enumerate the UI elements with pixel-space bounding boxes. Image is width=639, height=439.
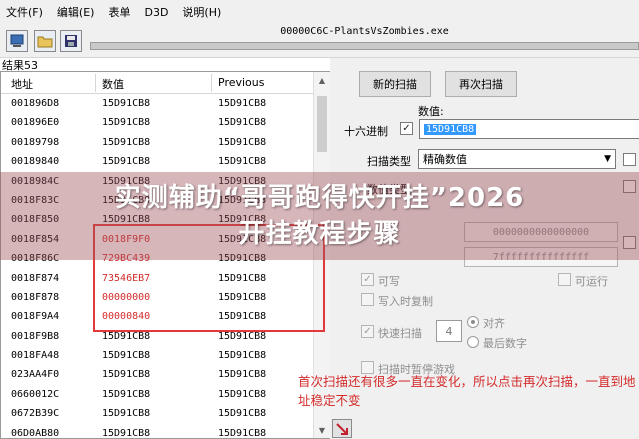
computer-icon	[10, 34, 24, 47]
new-scan-button[interactable]: 新的扫描	[359, 71, 431, 97]
fast-scan-label: 快速扫描	[378, 327, 422, 340]
menu-file[interactable]: 文件(F)	[6, 4, 43, 20]
hex-checkbox[interactable]: ✓	[400, 122, 413, 135]
cell-previous: 15D91CB8	[218, 117, 267, 129]
table-row[interactable]: 0018FA48 15D91CB8 15D91CB8	[1, 346, 313, 365]
value-input[interactable]: 15D91CB8	[419, 119, 639, 139]
writable-label: 可写	[378, 275, 400, 288]
next-scan-button[interactable]: 再次扫描	[445, 71, 517, 97]
column-previous[interactable]: Previous	[218, 76, 265, 89]
value-label: 数值:	[418, 105, 444, 118]
table-row[interactable]: 001896E0 15D91CB8 15D91CB8	[1, 113, 313, 132]
menu-table[interactable]: 表单	[108, 4, 130, 20]
cell-value: 15D91CB8	[102, 350, 151, 362]
cell-value: 15D91CB8	[102, 136, 151, 148]
cell-previous: 15D91CB8	[218, 369, 267, 381]
copy-on-write-label: 写入时复制	[378, 295, 433, 308]
cell-value: 15D91CB8	[102, 330, 151, 342]
table-row[interactable]: 0672B39C 15D91CB8 15D91CB8	[1, 404, 313, 423]
table-row[interactable]: 0660012C 15D91CB8 15D91CB8	[1, 385, 313, 404]
cell-previous: 15D91CB8	[218, 427, 267, 439]
cell-previous: 15D91CB8	[218, 388, 267, 400]
add-address-button[interactable]	[332, 419, 352, 438]
scan-type-label: 扫描类型	[367, 155, 411, 168]
cell-value: 15D91CB8	[102, 408, 151, 420]
cell-address: 023AA4F0	[11, 369, 60, 381]
cell-value: 15D91CB8	[102, 369, 151, 381]
table-row[interactable]: 001896D8 15D91CB8 15D91CB8	[1, 94, 313, 113]
cell-address: 0660012C	[11, 388, 60, 400]
last-digits-label: 最后数字	[483, 337, 527, 350]
menu-bar: 文件(F) 编辑(E) 表单 D3D 说明(H)	[0, 0, 639, 24]
process-bar: 00000C6C-PlantsVsZombies.exe	[90, 26, 639, 52]
cell-previous: 15D91CB8	[218, 330, 267, 342]
writable-checkbox[interactable]: ✓	[361, 273, 374, 286]
column-address[interactable]: 地址	[11, 76, 33, 92]
scan-type-select[interactable]: 精确数值 ▼	[418, 149, 616, 169]
arrow-pointer-icon	[336, 422, 348, 435]
cell-address: 0018F9A4	[11, 311, 60, 323]
cell-address: 001896D8	[11, 98, 60, 109]
cell-previous: 15D91CB8	[218, 350, 267, 362]
overlay-title-line-2: 开挂教程步骤	[238, 219, 401, 249]
select-process-button[interactable]	[6, 30, 28, 52]
cell-address: 0018F874	[11, 272, 60, 284]
cell-address: 0018F878	[11, 291, 60, 303]
overlay-title: 实测辅助“哥哥跑得快开挂”2026 开挂教程步骤	[0, 180, 639, 252]
cell-previous: 15D91CB8	[218, 98, 267, 109]
cell-address: 00189798	[11, 136, 60, 148]
save-disk-icon	[65, 35, 77, 47]
fast-scan-value[interactable]: 4	[436, 320, 462, 342]
align-radio[interactable]	[467, 316, 479, 328]
process-label: 00000C6C-PlantsVsZombies.exe	[280, 26, 449, 37]
cell-value: 15D91CB8	[102, 388, 151, 400]
scan-progress-bar	[90, 42, 639, 50]
overlay-title-line-1: 实测辅助“哥哥跑得快开挂”2026	[114, 183, 525, 213]
copy-on-write-checkbox[interactable]	[361, 293, 374, 306]
menu-help[interactable]: 说明(H)	[182, 4, 221, 20]
cell-value: 15D91CB8	[102, 427, 151, 439]
table-row[interactable]: 00189798 15D91CB8 15D91CB8	[1, 133, 313, 152]
align-label: 对齐	[483, 317, 505, 330]
chevron-down-icon: ▼	[604, 154, 611, 164]
scan-type-value: 精确数值	[423, 153, 467, 166]
scroll-thumb[interactable]	[317, 96, 327, 152]
fast-scan-checkbox[interactable]: ✓	[361, 325, 374, 338]
open-button[interactable]	[34, 30, 56, 52]
cell-address: 001896E0	[11, 117, 60, 129]
menu-edit[interactable]: 编辑(E)	[57, 4, 95, 20]
cell-value: 15D91CB8	[102, 117, 151, 129]
annotation-text: 首次扫描还有很多一直在变化，所以点击再次扫描，一直到地址稳定不变	[298, 374, 636, 408]
cell-value: 15D91CB8	[102, 98, 151, 109]
column-value[interactable]: 数值	[102, 76, 124, 92]
open-folder-icon	[37, 36, 53, 48]
toolbar: 00000C6C-PlantsVsZombies.exe	[0, 24, 639, 58]
cell-address: 06D0AB80	[11, 427, 60, 439]
cell-previous: 15D91CB8	[218, 136, 267, 148]
table-row[interactable]: 023AA4F0 15D91CB8 15D91CB8	[1, 365, 313, 384]
table-row[interactable]: 00189840 15D91CB8 15D91CB8	[1, 152, 313, 171]
table-row[interactable]: 06D0AB80 15D91CB8 15D91CB8	[1, 424, 313, 439]
scroll-down-icon[interactable]: ▼	[314, 422, 330, 438]
last-digits-radio[interactable]	[467, 336, 479, 348]
cell-address: 0018F9B8	[11, 330, 60, 342]
cell-value: 15D91CB8	[102, 156, 151, 168]
executable-checkbox[interactable]	[558, 273, 571, 286]
save-button[interactable]	[60, 30, 82, 52]
executable-label: 可运行	[575, 275, 608, 288]
hex-label: 十六进制	[344, 125, 388, 138]
cell-address: 00189840	[11, 156, 60, 168]
menu-d3d[interactable]: D3D	[144, 6, 168, 19]
value-input-text: 15D91CB8	[424, 123, 477, 135]
unrandomizer-checkbox[interactable]	[623, 153, 636, 166]
list-header: 地址 数值 Previous	[1, 72, 313, 94]
scroll-up-icon[interactable]: ▲	[314, 72, 330, 88]
cell-address: 0672B39C	[11, 408, 60, 420]
cell-previous: 15D91CB8	[218, 156, 267, 168]
cell-previous: 15D91CB8	[218, 408, 267, 420]
cell-address: 0018FA48	[11, 350, 60, 362]
